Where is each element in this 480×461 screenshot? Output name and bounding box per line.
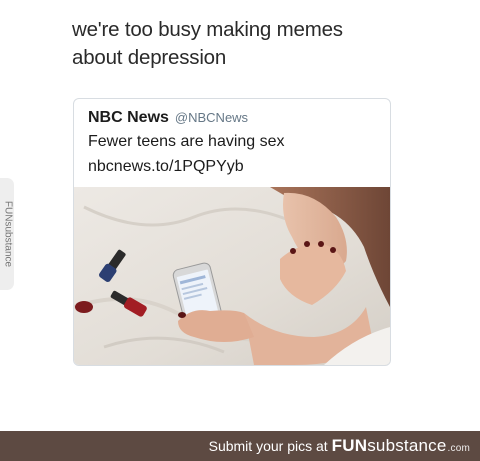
footer-brand-link[interactable]: FUNsubstance.com (332, 436, 470, 456)
brand-substance: substance (367, 436, 447, 455)
brand-fun: FUN (331, 436, 368, 455)
tweet-author-row: NBC News @NBCNews (88, 109, 376, 127)
side-watermark-text: FUNsubstance (2, 200, 14, 268)
site-footer: Submit your pics at FUNsubstance.com (0, 431, 480, 461)
brand-tld: .com (447, 443, 470, 454)
footer-prompt: Submit your pics at (208, 438, 328, 454)
tweet-text: Fewer teens are having sex (88, 133, 285, 150)
tweet-header: NBC News @NBCNews Fewer teens are having… (74, 99, 390, 177)
tweet-author-handle[interactable]: @NBCNews (175, 110, 248, 125)
tweet-card[interactable]: NBC News @NBCNews Fewer teens are having… (73, 98, 391, 366)
meme-caption: we're too busy making memes about depres… (72, 16, 432, 72)
tweet-link[interactable]: nbcnews.to/1PQPYyb (88, 156, 376, 177)
side-watermark: FUNsubstance (0, 178, 14, 290)
tweet-author-name[interactable]: NBC News (88, 109, 169, 127)
caption-line-2: about depression (72, 46, 227, 69)
caption-line-1: we're too busy making memes (72, 18, 343, 41)
nail-polish-bottle-small (75, 301, 93, 313)
tweet-photo[interactable] (74, 187, 390, 365)
